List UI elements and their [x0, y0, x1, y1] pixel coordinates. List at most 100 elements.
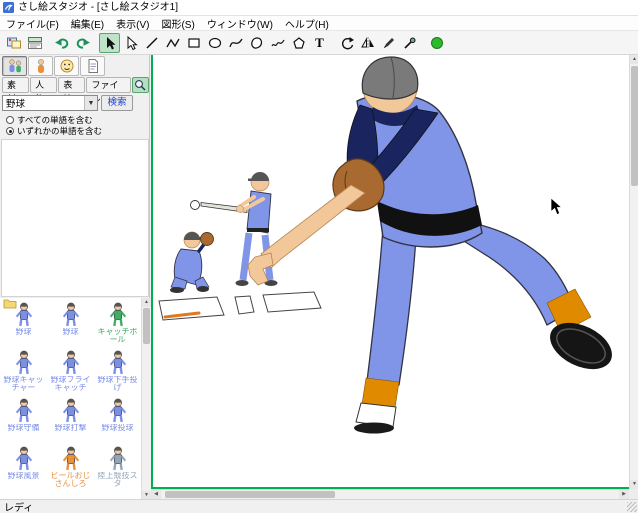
closed-curve-tool[interactable] [246, 33, 267, 53]
clipart-label: 野球風景 [7, 472, 40, 480]
clipart-item[interactable]: 野球 [0, 298, 47, 346]
flip-tool[interactable] [357, 33, 378, 53]
canvas-illustration[interactable] [151, 55, 629, 489]
people-pair-icon-button[interactable] [2, 56, 27, 76]
catcher-figure[interactable] [170, 231, 214, 293]
clipart-thumbnail [109, 350, 126, 375]
material-panel-icon[interactable] [3, 33, 24, 53]
clipart-item[interactable]: 野球 [47, 298, 94, 346]
clipart-label: ビールおじさんしろ [50, 472, 91, 488]
select-tool[interactable] [99, 32, 120, 53]
clipart-thumbnail [15, 398, 32, 423]
mouse-cursor [550, 197, 563, 215]
clipart-label: 野球 [62, 328, 79, 336]
radio-any-label: いずれかの単語を含む [17, 126, 103, 136]
dropper-tool[interactable] [399, 33, 420, 53]
clipart-item[interactable]: 野球風景 [0, 442, 47, 490]
menu-shape[interactable]: 図形(S) [155, 16, 200, 31]
ellipse-tool[interactable] [204, 33, 225, 53]
radio-circle-any[interactable] [6, 127, 14, 135]
horizontal-scroll-thumb[interactable] [165, 491, 335, 498]
search-result-list[interactable] [1, 139, 149, 297]
pitcher-figure[interactable] [247, 56, 619, 434]
canvas[interactable] [151, 55, 629, 489]
panel-tabs: 素材 人物 表情 ファイル [2, 77, 149, 104]
search-button[interactable]: 検索 [101, 95, 133, 111]
menu-view[interactable]: 表示(V) [110, 16, 155, 31]
clipart-item[interactable]: ビールおじさんしろ [47, 442, 94, 490]
rotate-tool[interactable] [336, 33, 357, 53]
clipart-panel: 野球 野球 キャッチボール 野球キャッチャー 野球フライキャッチ 野球下手投げ … [0, 298, 150, 500]
app-icon [3, 2, 14, 13]
clipart-thumbnail [62, 398, 79, 423]
polygon-tool[interactable] [288, 33, 309, 53]
undo-icon[interactable] [51, 33, 72, 53]
clipart-thumbnail [62, 350, 79, 375]
menu-file[interactable]: ファイル(F) [0, 16, 65, 31]
clipart-item[interactable]: 野球下手投げ [94, 346, 141, 394]
search-row: 野球 ▼ 検索 [2, 95, 133, 111]
chevron-down-icon[interactable]: ▼ [84, 96, 97, 110]
menu-window[interactable]: ウィンドウ(W) [201, 16, 279, 31]
clipart-item[interactable]: キャッチボール [94, 298, 141, 346]
scrollbar-corner [629, 489, 638, 499]
scroll-right-icon[interactable]: ▶ [619, 490, 629, 499]
scroll-down-icon[interactable]: ▼ [630, 480, 638, 489]
radio-any-words[interactable]: いずれかの単語を含む [6, 125, 102, 137]
scroll-up-icon[interactable]: ▲ [630, 55, 638, 64]
rect-tool[interactable] [183, 33, 204, 53]
clipart-label: 野球下手投げ [97, 376, 138, 392]
polyline-tool[interactable] [162, 33, 183, 53]
color-indicator[interactable] [426, 33, 447, 53]
clipart-label: 野球 [15, 328, 32, 336]
clipart-item[interactable]: 野球キャッチャー [0, 346, 47, 394]
canvas-horizontal-scrollbar[interactable]: ◀ ▶ [151, 489, 629, 499]
clipart-thumbnail [15, 446, 32, 471]
canvas-vertical-scrollbar[interactable]: ▲ ▼ [629, 55, 638, 489]
clipart-label: 野球打撃 [54, 424, 87, 432]
search-tab-button[interactable] [131, 77, 149, 93]
face-icon-button[interactable] [54, 56, 79, 76]
clipart-item[interactable]: 野球打撃 [47, 394, 94, 442]
freehand-tool[interactable] [267, 33, 288, 53]
left-panel: 素材 人物 表情 ファイル 野球 ▼ 検索 すべての単語を含む いずれかの単語を… [0, 55, 151, 500]
menu-edit[interactable]: 編集(E) [65, 16, 110, 31]
menu-help[interactable]: ヘルプ(H) [279, 16, 335, 31]
clipart-item[interactable]: 野球守備 [0, 394, 47, 442]
title-bar: さし絵スタジオ - [さし絵スタジオ1] [0, 0, 638, 16]
clipart-item[interactable]: 野球投球 [94, 394, 141, 442]
toolbar: T [0, 31, 638, 55]
clipart-thumbnail [15, 350, 32, 375]
clipart-label: 野球投球 [101, 424, 134, 432]
person-icon-button[interactable] [28, 56, 53, 76]
library-panel-icon[interactable] [24, 33, 45, 53]
scroll-left-icon[interactable]: ◀ [151, 490, 161, 499]
file-icon-button[interactable] [80, 56, 105, 76]
clipart-label: 野球守備 [7, 424, 40, 432]
clipart-item[interactable]: 野球フライキャッチ [47, 346, 94, 394]
page-frame-left [151, 55, 153, 489]
clipart-item[interactable]: 陸上競技スタ [94, 442, 141, 490]
home-plate-area[interactable] [158, 291, 322, 321]
curve-tool[interactable] [225, 33, 246, 53]
radio-circle-all[interactable] [6, 116, 14, 124]
text-tool[interactable]: T [309, 33, 330, 53]
scroll-up-icon[interactable]: ▲ [142, 298, 151, 307]
menu-bar: ファイル(F) 編集(E) 表示(V) 図形(S) ウィンドウ(W) ヘルプ(H… [0, 16, 638, 31]
line-tool[interactable] [141, 33, 162, 53]
clipart-scroll-thumb[interactable] [143, 308, 150, 344]
clipart-scrollbar[interactable]: ▲ ▼ [141, 298, 151, 500]
tab-person[interactable]: 人物 [30, 77, 58, 104]
resize-grip[interactable] [627, 502, 637, 512]
vertical-scroll-thumb[interactable] [631, 66, 638, 186]
clipart-grid: 野球 野球 キャッチボール 野球キャッチャー 野球フライキャッチ 野球下手投げ … [0, 298, 141, 490]
tab-expression[interactable]: 表情 [58, 77, 86, 104]
tab-file[interactable]: ファイル [86, 77, 131, 104]
tab-material[interactable]: 素材 [2, 77, 30, 104]
redo-icon[interactable] [72, 33, 93, 53]
direct-select-tool[interactable] [120, 33, 141, 53]
pen-tool[interactable] [378, 33, 399, 53]
batter-figure[interactable] [190, 172, 278, 286]
search-input[interactable]: 野球 ▼ [2, 95, 98, 111]
window-title: さし絵スタジオ - [さし絵スタジオ1] [18, 1, 179, 13]
